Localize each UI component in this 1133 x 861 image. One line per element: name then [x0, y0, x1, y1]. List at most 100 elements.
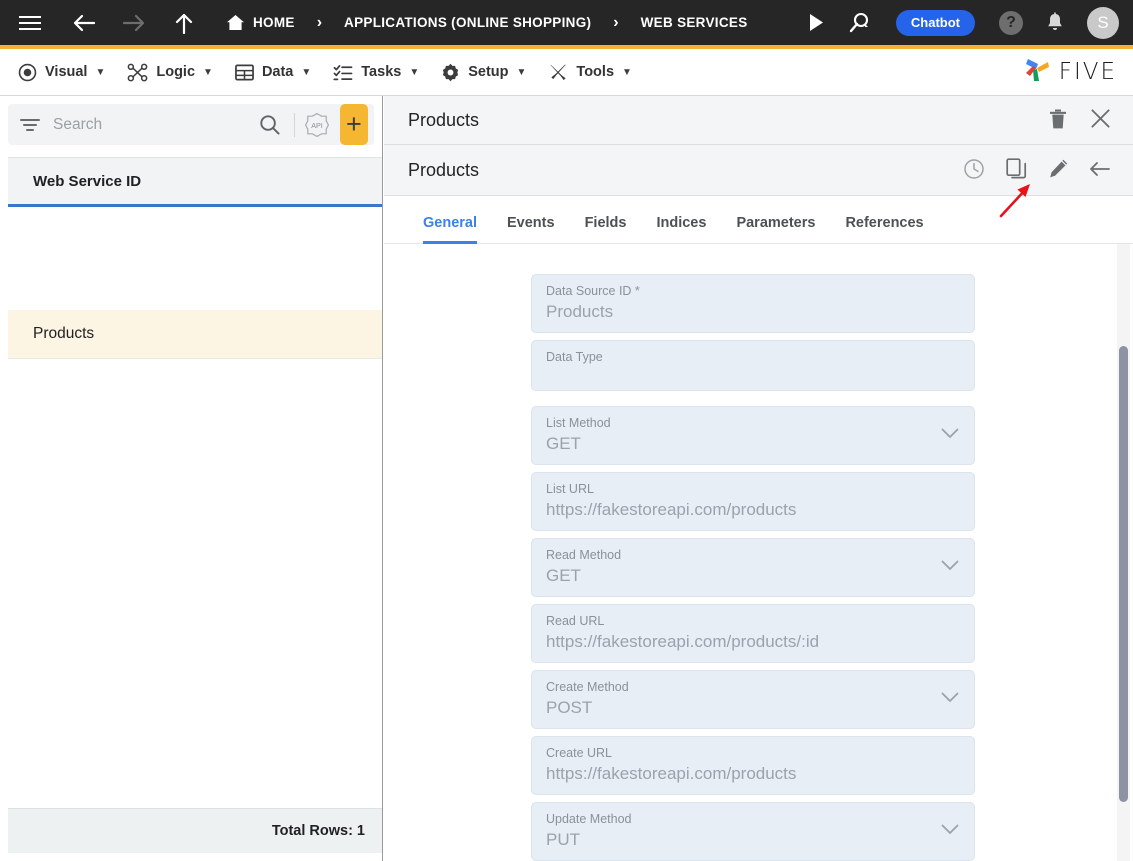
field-label: Data Type	[546, 350, 603, 364]
tab-label-indices: Indices	[656, 215, 707, 231]
menu-item-tasks[interactable]: Tasks ▼	[329, 49, 437, 96]
field-label: List Method	[546, 416, 611, 430]
api-icon[interactable]: API	[303, 111, 331, 139]
tab-indices[interactable]: Indices	[641, 215, 721, 243]
web-service-detail-panel: Products Products General Events Fields …	[384, 96, 1133, 861]
chevron-down-icon[interactable]	[941, 558, 959, 576]
tab-label-fields: Fields	[584, 215, 627, 231]
arrow-back-icon[interactable]	[62, 0, 106, 47]
tab-label-events: Events	[507, 215, 555, 231]
help-circle-icon[interactable]: ?	[989, 0, 1033, 47]
search-input[interactable]	[40, 115, 253, 134]
topbar-actions: Chatbot ? S	[794, 0, 1133, 47]
arrow-forward-icon[interactable]	[112, 0, 156, 47]
copy-icon	[1005, 157, 1027, 183]
breadcrumb-separator-1: ›	[316, 13, 323, 31]
field-update-method[interactable]: Update Method PUT	[531, 802, 975, 861]
menu-label-tools: Tools	[576, 64, 615, 80]
tab-label-references: References	[845, 215, 924, 231]
field-create-url[interactable]: Create URL https://fakestoreapi.com/prod…	[531, 736, 975, 795]
app-root: HOME › APPLICATIONS (ONLINE SHOPPING) › …	[0, 0, 1133, 861]
close-button[interactable]	[1083, 103, 1117, 137]
chevron-down-icon[interactable]	[941, 690, 959, 708]
chevron-down-icon: ▼	[409, 66, 420, 78]
field-read-url[interactable]: Read URL https://fakestoreapi.com/produc…	[531, 604, 975, 663]
duplicate-button[interactable]	[999, 153, 1033, 187]
field-value: PUT	[546, 829, 580, 849]
menu-label-setup: Setup	[468, 64, 509, 80]
tab-parameters[interactable]: Parameters	[721, 215, 830, 243]
menu-item-visual[interactable]: Visual ▼	[14, 49, 123, 96]
field-label: Create Method	[546, 680, 629, 694]
history-clock-icon	[963, 158, 985, 183]
field-label: Update Method	[546, 812, 632, 826]
general-form: Data Source ID * Products Data Type List…	[384, 244, 1133, 861]
filter-icon[interactable]	[20, 118, 40, 132]
back-button[interactable]	[1083, 153, 1117, 187]
search-bar: API +	[8, 104, 374, 145]
checklist-icon	[333, 63, 353, 82]
field-data-type[interactable]: Data Type	[531, 340, 975, 391]
field-list-method[interactable]: List Method GET	[531, 406, 975, 465]
help-label: ?	[999, 10, 1023, 35]
chevron-down-icon: ▼	[622, 66, 632, 78]
tab-fields[interactable]: Fields	[570, 215, 642, 243]
field-list-url[interactable]: List URL https://fakestoreapi.com/produc…	[531, 472, 975, 531]
five-logo: FIVE	[1022, 56, 1133, 89]
svg-text:API: API	[311, 121, 323, 130]
menu-item-setup[interactable]: Setup ▼	[437, 49, 544, 96]
arrow-up-icon[interactable]	[162, 0, 206, 47]
detail-subheader-title: Products	[408, 159, 480, 180]
field-label: Read URL	[546, 614, 605, 628]
list-item-products[interactable]: Products	[8, 310, 382, 358]
list-column-header[interactable]: Web Service ID	[8, 157, 382, 207]
menu-label-tasks: Tasks	[361, 64, 402, 80]
tab-general[interactable]: General	[408, 215, 492, 244]
menu-item-data[interactable]: Data ▼	[231, 49, 329, 96]
menu-label-visual: Visual	[45, 64, 88, 80]
breadcrumb-item-applications[interactable]: APPLICATIONS (ONLINE SHOPPING)	[344, 0, 591, 47]
add-web-service-button[interactable]: +	[339, 104, 368, 145]
search-icon[interactable]	[253, 114, 286, 135]
chevron-down-icon[interactable]	[941, 426, 959, 444]
menu-item-logic[interactable]: Logic ▼	[123, 49, 231, 96]
tools-wrench-icon	[548, 63, 568, 82]
breadcrumb-item-web-services[interactable]: WEB SERVICES	[641, 0, 748, 47]
trash-icon	[1048, 108, 1068, 133]
menu-item-tools[interactable]: Tools ▼	[544, 49, 650, 96]
scrollbar-thumb[interactable]	[1119, 346, 1128, 802]
chevron-down-icon: ▼	[516, 66, 527, 78]
arrow-left-icon	[1088, 159, 1112, 182]
top-navigation-bar: HOME › APPLICATIONS (ONLINE SHOPPING) › …	[0, 0, 1133, 49]
table-grid-icon	[235, 63, 254, 82]
five-logo-mark	[1022, 56, 1052, 89]
hamburger-menu-icon[interactable]	[8, 0, 52, 47]
edit-button[interactable]	[1041, 153, 1075, 187]
avatar[interactable]: S	[1087, 6, 1119, 39]
search-speech-icon[interactable]	[838, 0, 882, 47]
main-menu-bar: Visual ▼ Logic ▼ Data ▼ Tasks ▼ Setup ▼ …	[0, 49, 1133, 96]
delete-button[interactable]	[1041, 103, 1075, 137]
detail-header-actions	[1041, 103, 1117, 137]
chatbot-button[interactable]: Chatbot	[895, 9, 975, 36]
tab-label-general: General	[423, 215, 477, 231]
notification-bell-icon[interactable]	[1033, 0, 1077, 47]
tab-events[interactable]: Events	[492, 215, 570, 243]
chevron-down-icon[interactable]	[941, 822, 959, 840]
history-button[interactable]	[957, 153, 991, 187]
menu-label-logic: Logic	[156, 64, 196, 80]
menu-label-data: Data	[261, 64, 294, 80]
list-column-header-label: Web Service ID	[33, 172, 142, 190]
web-services-list-panel: API + Web Service ID Products Total Rows…	[0, 96, 383, 861]
toolbar-divider	[294, 112, 295, 137]
tab-references[interactable]: References	[830, 215, 938, 243]
breadcrumb-label-applications: APPLICATIONS (ONLINE SHOPPING)	[344, 15, 592, 30]
detail-tabs: General Events Fields Indices Parameters…	[384, 196, 1133, 244]
field-read-method[interactable]: Read Method GET	[531, 538, 975, 597]
field-label: List URL	[546, 482, 594, 496]
field-data-source-id[interactable]: Data Source ID * Products	[531, 274, 975, 333]
play-run-icon[interactable]	[794, 0, 838, 47]
eye-icon	[18, 63, 37, 82]
breadcrumb-item-home[interactable]: HOME	[226, 0, 295, 47]
field-create-method[interactable]: Create Method POST	[531, 670, 975, 729]
